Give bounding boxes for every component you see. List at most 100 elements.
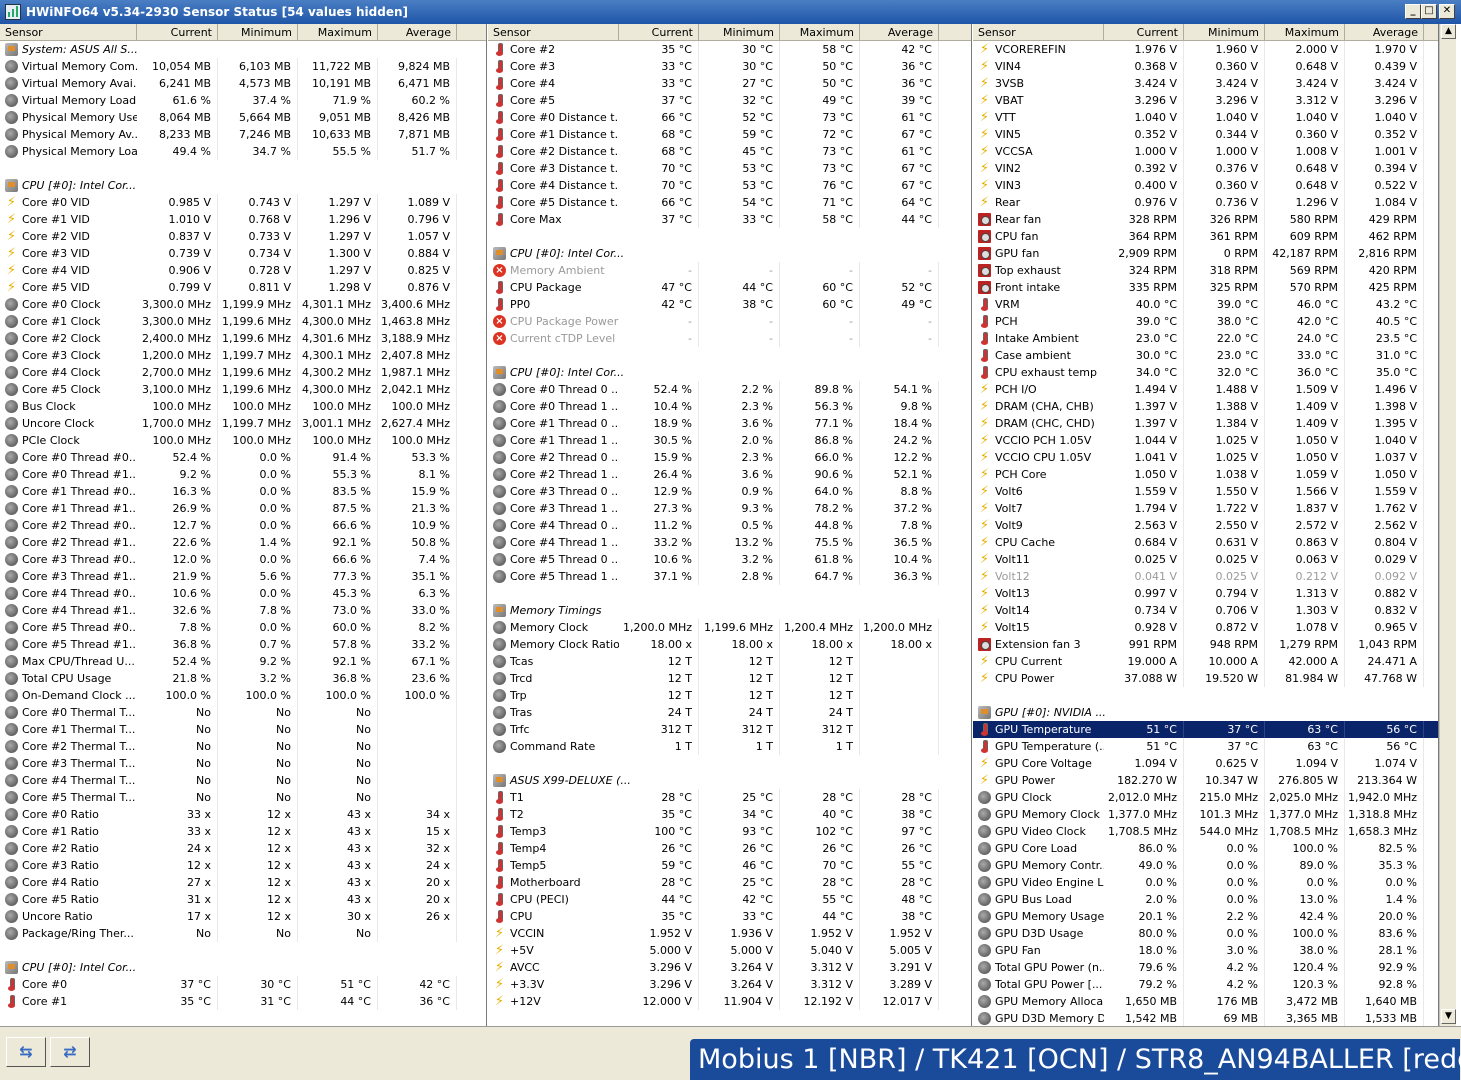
sensor-row[interactable]: Core #2 Thread #0... 12.7 % 0.0 % 66.6 % 10.… [0, 517, 486, 534]
sensor-row[interactable]: ⚡ VBAT 3.296 V 3.296 V 3.312 V 3.296 V [973, 92, 1438, 109]
sensor-row[interactable]: Core #0 Ratio 33 x 12 x 43 x 34 x [0, 806, 486, 823]
sensor-row[interactable]: Core #5 Thread #0... 7.8 % 0.0 % 60.0 % 8.2 … [0, 619, 486, 636]
sensor-row[interactable]: Core #4 Thread #1... 32.6 % 7.8 % 73.0 % 33.… [0, 602, 486, 619]
sensor-row[interactable]: × CPU Package Power - - - - [488, 313, 971, 330]
sensor-row[interactable]: ⚡ VIN5 0.352 V 0.344 V 0.360 V 0.352 V [973, 126, 1438, 143]
sensor-row[interactable]: Core #5 Ratio 31 x 12 x 43 x 20 x [0, 891, 486, 908]
sensor-row[interactable]: ⚡ Volt13 0.997 V 0.794 V 1.313 V 0.882 V [973, 585, 1438, 602]
sensor-row[interactable]: Core #0 Thread #0... 52.4 % 0.0 % 91.4 % 53.… [0, 449, 486, 466]
sensor-row[interactable]: ⚡ VTT 1.040 V 1.040 V 1.040 V 1.040 V [973, 109, 1438, 126]
sensor-row[interactable]: ⚡ VIN2 0.392 V 0.376 V 0.648 V 0.394 V [973, 160, 1438, 177]
sensor-row[interactable]: ⚡ Volt6 1.559 V 1.550 V 1.566 V 1.559 V [973, 483, 1438, 500]
sensor-row[interactable]: VRM 40.0 °C 39.0 °C 46.0 °C 43.2 °C [973, 296, 1438, 313]
sensor-row[interactable]: CPU fan 364 RPM 361 RPM 609 RPM 462 RPM [973, 228, 1438, 245]
sensor-row[interactable]: ⚡ DRAM (CHA, CHB) 1.397 V 1.388 V 1.409 V 1.3… [973, 398, 1438, 415]
sensor-row[interactable]: Trp 12 T 12 T 12 T [488, 687, 971, 704]
sensor-row[interactable]: × Current cTDP Level - - - - [488, 330, 971, 347]
sensor-row[interactable]: ⚡ +3.3V 3.296 V 3.264 V 3.312 V 3.289 V [488, 976, 971, 993]
sensor-row[interactable]: GPU fan 2,909 RPM 0 RPM 42,187 RPM 2,816 RPM [973, 245, 1438, 262]
sensor-row[interactable]: ⚡ GPU Core Voltage 1.094 V 0.625 V 1.094 V 1.… [973, 755, 1438, 772]
column-header-current[interactable]: Current [1104, 24, 1184, 41]
sensor-row[interactable]: Core #1 35 °C 31 °C 44 °C 36 °C [0, 993, 486, 1010]
sensor-row[interactable]: Core #1 Distance t... 68 °C 59 °C 72 °C 67 °… [488, 126, 971, 143]
sensor-row[interactable]: Core #5 Thread 0 ... 10.6 % 3.2 % 61.8 % 10.… [488, 551, 971, 568]
sensor-group-header[interactable]: ASUS X99-DELUXE (... [488, 772, 971, 789]
column-header-minimum[interactable]: Minimum [699, 24, 780, 41]
column-header-average[interactable]: Average [1345, 24, 1424, 41]
close-button[interactable]: ✕ [1439, 4, 1455, 19]
sensor-row[interactable]: ⚡ VCCSA 1.000 V 1.000 V 1.008 V 1.001 V [973, 143, 1438, 160]
sensor-row[interactable]: Motherboard 28 °C 25 °C 28 °C 28 °C [488, 874, 971, 891]
sensor-row[interactable]: T2 35 °C 34 °C 40 °C 38 °C [488, 806, 971, 823]
sensor-row[interactable]: GPU D3D Usage 80.0 % 0.0 % 100.0 % 83.6 % [973, 925, 1438, 942]
sensor-row[interactable]: Physical Memory Used 8,064 MB 5,664 MB 9,05… [0, 109, 486, 126]
sensor-row[interactable]: CPU 35 °C 33 °C 44 °C 38 °C [488, 908, 971, 925]
sensor-row[interactable]: GPU Memory Contr... 49.0 % 0.0 % 89.0 % 35.3… [973, 857, 1438, 874]
sensor-row[interactable]: ⚡ Core #0 VID 0.985 V 0.743 V 1.297 V 1.089 V [0, 194, 486, 211]
sensor-row[interactable]: Max CPU/Thread U... 52.4 % 9.2 % 92.1 % 67.1… [0, 653, 486, 670]
sensor-row[interactable]: ⚡ +5V 5.000 V 5.000 V 5.040 V 5.005 V [488, 942, 971, 959]
sensor-row[interactable]: Memory Clock 1,200.0 MHz 1,199.6 MHz 1,200.… [488, 619, 971, 636]
sensor-row[interactable]: Core #2 35 °C 30 °C 58 °C 42 °C [488, 41, 971, 58]
sensor-row[interactable]: Rear fan 328 RPM 326 RPM 580 RPM 429 RPM [973, 211, 1438, 228]
column-header-current[interactable]: Current [619, 24, 699, 41]
sensor-row[interactable]: Core #3 Thread #0... 12.0 % 0.0 % 66.6 % 7.4… [0, 551, 486, 568]
sensor-row[interactable]: Core #1 Clock 3,300.0 MHz 1,199.6 MHz 4,300… [0, 313, 486, 330]
sensor-row[interactable]: Virtual Memory Avai... 6,241 MB 4,573 MB 10… [0, 75, 486, 92]
sensor-row[interactable]: Physical Memory Load 49.4 % 34.7 % 55.5 % 51… [0, 143, 486, 160]
vertical-scrollbar[interactable]: ▲ ▼ [1439, 24, 1456, 1026]
sensor-row[interactable]: ⚡ Core #4 VID 0.906 V 0.728 V 1.297 V 0.825 V [0, 262, 486, 279]
sensor-row[interactable]: Core #5 Distance t... 66 °C 54 °C 71 °C 64 °… [488, 194, 971, 211]
sensor-row[interactable]: ⚡ VCCIO PCH 1.05V 1.044 V 1.025 V 1.050 V 1.0… [973, 432, 1438, 449]
sensor-row[interactable]: ⚡ VCCIO CPU 1.05V 1.041 V 1.025 V 1.050 V 1.0… [973, 449, 1438, 466]
column-header-minimum[interactable]: Minimum [1184, 24, 1265, 41]
sensor-row[interactable]: ⚡ Volt14 0.734 V 0.706 V 1.303 V 0.832 V [973, 602, 1438, 619]
column-header-sensor[interactable]: Sensor [973, 24, 1104, 41]
sensor-row[interactable]: Core #0 Thread 1 ... 10.4 % 2.3 % 56.3 % 9.8… [488, 398, 971, 415]
sensor-row[interactable]: Extension fan 3 991 RPM 948 RPM 1,279 RPM 1,… [973, 636, 1438, 653]
sensor-row[interactable]: Core #3 Thermal T... No No No [0, 755, 486, 772]
sensor-group-header[interactable]: CPU [#0]: Intel Cor... [0, 959, 486, 976]
sensor-row[interactable]: Core #3 Clock 1,200.0 MHz 1,199.7 MHz 4,300… [0, 347, 486, 364]
sensor-row[interactable]: Front intake 335 RPM 325 RPM 570 RPM 425 RPM [973, 279, 1438, 296]
column-header-maximum[interactable]: Maximum [298, 24, 378, 41]
sensor-row[interactable]: Temp4 26 °C 26 °C 26 °C 26 °C [488, 840, 971, 857]
sensor-row[interactable]: ⚡ Core #3 VID 0.739 V 0.734 V 1.300 V 0.884 V [0, 245, 486, 262]
sensor-row[interactable]: ⚡ PCH I/O 1.494 V 1.488 V 1.509 V 1.496 V [973, 381, 1438, 398]
sensor-row[interactable]: GPU Temperature (... 51 °C 37 °C 63 °C 56 °C [973, 738, 1438, 755]
sensor-row[interactable]: Core #1 Thread #0... 16.3 % 0.0 % 83.5 % 15.… [0, 483, 486, 500]
sensor-row[interactable]: GPU Memory Usage 20.1 % 2.2 % 42.4 % 20.0 % [973, 908, 1438, 925]
sensor-row[interactable]: Core #3 Distance t... 70 °C 53 °C 73 °C 67 °… [488, 160, 971, 177]
sensor-row[interactable]: GPU Memory Clock 1,377.0 MHz 101.3 MHz 1,37… [973, 806, 1438, 823]
sensor-row[interactable]: Core #0 Thermal T... No No No [0, 704, 486, 721]
sensor-row[interactable]: Core #3 Thread 0 ... 12.9 % 0.9 % 64.0 % 8.8… [488, 483, 971, 500]
sensor-row[interactable]: Core #3 33 °C 30 °C 50 °C 36 °C [488, 58, 971, 75]
sensor-row[interactable]: Temp3 100 °C 93 °C 102 °C 97 °C [488, 823, 971, 840]
sensor-row[interactable]: GPU Bus Load 2.0 % 0.0 % 13.0 % 1.4 % [973, 891, 1438, 908]
sensor-row[interactable]: GPU Video Engine L... 0.0 % 0.0 % 0.0 % 0.0 … [973, 874, 1438, 891]
sensor-row[interactable]: Core #0 37 °C 30 °C 51 °C 42 °C [0, 976, 486, 993]
sensor-row[interactable]: ⚡ VCOREREFIN 1.976 V 1.960 V 2.000 V 1.970 V [973, 41, 1438, 58]
sensor-row[interactable]: ⚡ CPU Current 19.000 A 10.000 A 42.000 A 24.4… [973, 653, 1438, 670]
sensor-row[interactable]: ⚡ AVCC 3.296 V 3.264 V 3.312 V 3.291 V [488, 959, 971, 976]
sensor-row[interactable]: Core #0 Thread #1... 9.2 % 0.0 % 55.3 % 8.1 … [0, 466, 486, 483]
sensor-row[interactable]: GPU Clock 2,012.0 MHz 215.0 MHz 2,025.0 MHz… [973, 789, 1438, 806]
sensor-row[interactable]: Uncore Ratio 17 x 12 x 30 x 26 x [0, 908, 486, 925]
sensor-row[interactable]: Core #0 Distance t... 66 °C 52 °C 73 °C 61 °… [488, 109, 971, 126]
sensor-row[interactable]: Core #2 Thread #1... 22.6 % 1.4 % 92.1 % 50.… [0, 534, 486, 551]
sensor-row[interactable]: ⚡ VIN4 0.368 V 0.360 V 0.648 V 0.439 V [973, 58, 1438, 75]
sensor-row[interactable]: ⚡ Volt7 1.794 V 1.722 V 1.837 V 1.762 V [973, 500, 1438, 517]
sensor-row[interactable]: GPU Video Clock 1,708.5 MHz 544.0 MHz 1,708… [973, 823, 1438, 840]
sensor-row[interactable]: ⚡ 3VSB 3.424 V 3.424 V 3.424 V 3.424 V [973, 75, 1438, 92]
sensor-row[interactable]: Intake Ambient 23.0 °C 22.0 °C 24.0 °C 23.5 … [973, 330, 1438, 347]
sensor-row[interactable]: ⚡ Volt12 0.041 V 0.025 V 0.212 V 0.092 V [973, 568, 1438, 585]
sensor-row[interactable]: × Memory Ambient - - - - [488, 262, 971, 279]
sensor-row[interactable]: ⚡ +12V 12.000 V 11.904 V 12.192 V 12.017 V [488, 993, 971, 1010]
sensor-row[interactable]: Core Max 37 °C 33 °C 58 °C 44 °C [488, 211, 971, 228]
sensor-row[interactable]: Core #5 Clock 3,100.0 MHz 1,199.6 MHz 4,300… [0, 381, 486, 398]
sensor-row[interactable]: ⚡ Rear 0.976 V 0.736 V 1.296 V 1.084 V [973, 194, 1438, 211]
sensor-row[interactable]: Core #0 Thread 0 ... 52.4 % 2.2 % 89.8 % 54.… [488, 381, 971, 398]
sensor-row[interactable]: Core #4 Thread #0... 10.6 % 0.0 % 45.3 % 6.3… [0, 585, 486, 602]
sensor-row[interactable]: Core #4 Clock 2,700.0 MHz 1,199.6 MHz 4,300… [0, 364, 486, 381]
sensor-row[interactable]: Core #2 Clock 2,400.0 MHz 1,199.6 MHz 4,301… [0, 330, 486, 347]
